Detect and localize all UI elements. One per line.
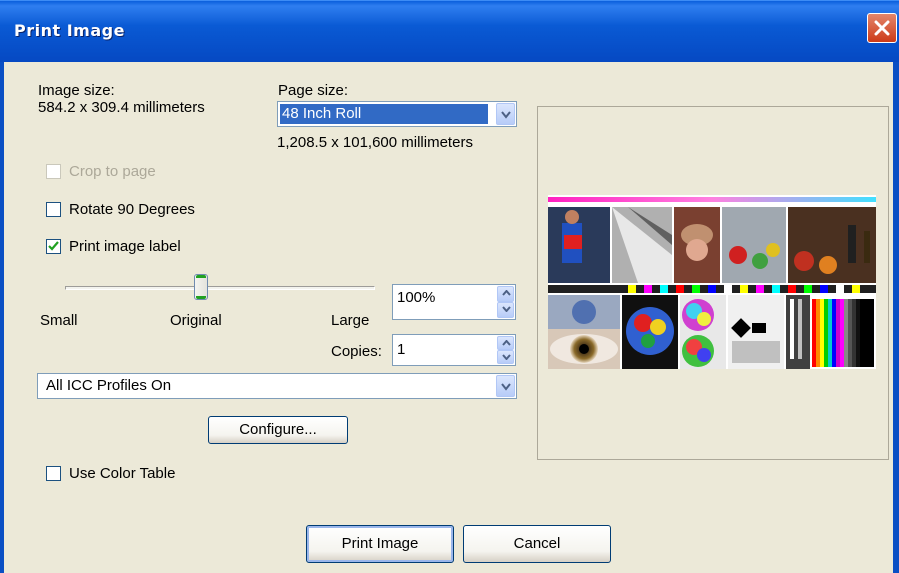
rotate-90-checkbox[interactable]: Rotate 90 Degrees	[46, 201, 195, 218]
print-image-label-box[interactable]	[46, 239, 61, 254]
checkmark-icon	[48, 241, 59, 251]
use-color-table-label: Use Color Table	[69, 465, 176, 482]
spin-down-button[interactable]	[497, 302, 514, 318]
rotate-90-label: Rotate 90 Degrees	[69, 201, 195, 218]
chevron-down-icon	[501, 111, 511, 119]
preview-image	[548, 195, 876, 369]
cancel-button[interactable]: Cancel	[463, 525, 611, 563]
window-frame-left	[0, 62, 4, 573]
icc-profile-selected: All ICC Profiles On	[46, 377, 172, 394]
page-size-select[interactable]: 48 Inch Roll	[277, 101, 517, 127]
label-size-slider-track[interactable]	[65, 286, 375, 290]
slider-original-label: Original	[170, 312, 222, 329]
configure-button[interactable]: Configure...	[208, 416, 348, 444]
crop-to-page-label: Crop to page	[69, 163, 156, 180]
page-size-dimensions: 1,208.5 x 101,600 millimeters	[277, 134, 473, 151]
title-bar[interactable]: Print Image	[0, 0, 899, 63]
spin-up-button[interactable]	[497, 286, 514, 302]
page-size-label: Page size:	[278, 82, 349, 99]
rotate-90-box[interactable]	[46, 202, 61, 217]
crop-to-page-box[interactable]	[46, 164, 61, 179]
chevron-up-icon	[502, 290, 511, 296]
chevron-down-icon	[502, 354, 511, 360]
label-scale-spinner[interactable]: 100%	[392, 284, 516, 320]
test-chart-thumbnail	[548, 195, 876, 369]
print-image-label-checkbox[interactable]: Print image label	[46, 238, 181, 255]
label-scale-spin-buttons[interactable]	[497, 286, 514, 318]
use-color-table-checkbox[interactable]: Use Color Table	[46, 465, 175, 482]
slider-small-label: Small	[40, 312, 78, 329]
slider-large-label: Large	[331, 312, 370, 329]
copies-spinner[interactable]: 1	[392, 334, 516, 366]
icc-profile-select[interactable]: All ICC Profiles On	[37, 373, 517, 399]
chevron-up-icon	[502, 340, 511, 346]
icc-profile-dropdown-button[interactable]	[496, 375, 515, 397]
spin-up-button[interactable]	[497, 336, 514, 350]
copies-label: Copies:	[331, 343, 382, 360]
window-title: Print Image	[14, 21, 125, 40]
print-image-button[interactable]: Print Image	[306, 525, 454, 563]
page-size-dropdown-button[interactable]	[496, 103, 515, 125]
close-icon	[874, 20, 890, 36]
print-image-label-label: Print image label	[69, 238, 181, 255]
use-color-table-box[interactable]	[46, 466, 61, 481]
chevron-down-icon	[502, 306, 511, 312]
close-button[interactable]	[867, 13, 897, 43]
image-size-value: 584.2 x 309.4 millimeters	[38, 99, 205, 116]
label-size-slider-thumb[interactable]	[194, 274, 208, 300]
page-size-selected: 48 Inch Roll	[282, 105, 362, 122]
label-scale-value: 100%	[397, 289, 436, 306]
copies-value: 1	[397, 341, 406, 358]
window-frame-right	[893, 62, 899, 573]
image-size-label: Image size:	[38, 82, 115, 99]
chevron-down-icon	[501, 383, 511, 391]
spin-down-button[interactable]	[497, 350, 514, 364]
copies-spin-buttons[interactable]	[497, 336, 514, 364]
crop-to-page-checkbox[interactable]: Crop to page	[46, 163, 156, 180]
